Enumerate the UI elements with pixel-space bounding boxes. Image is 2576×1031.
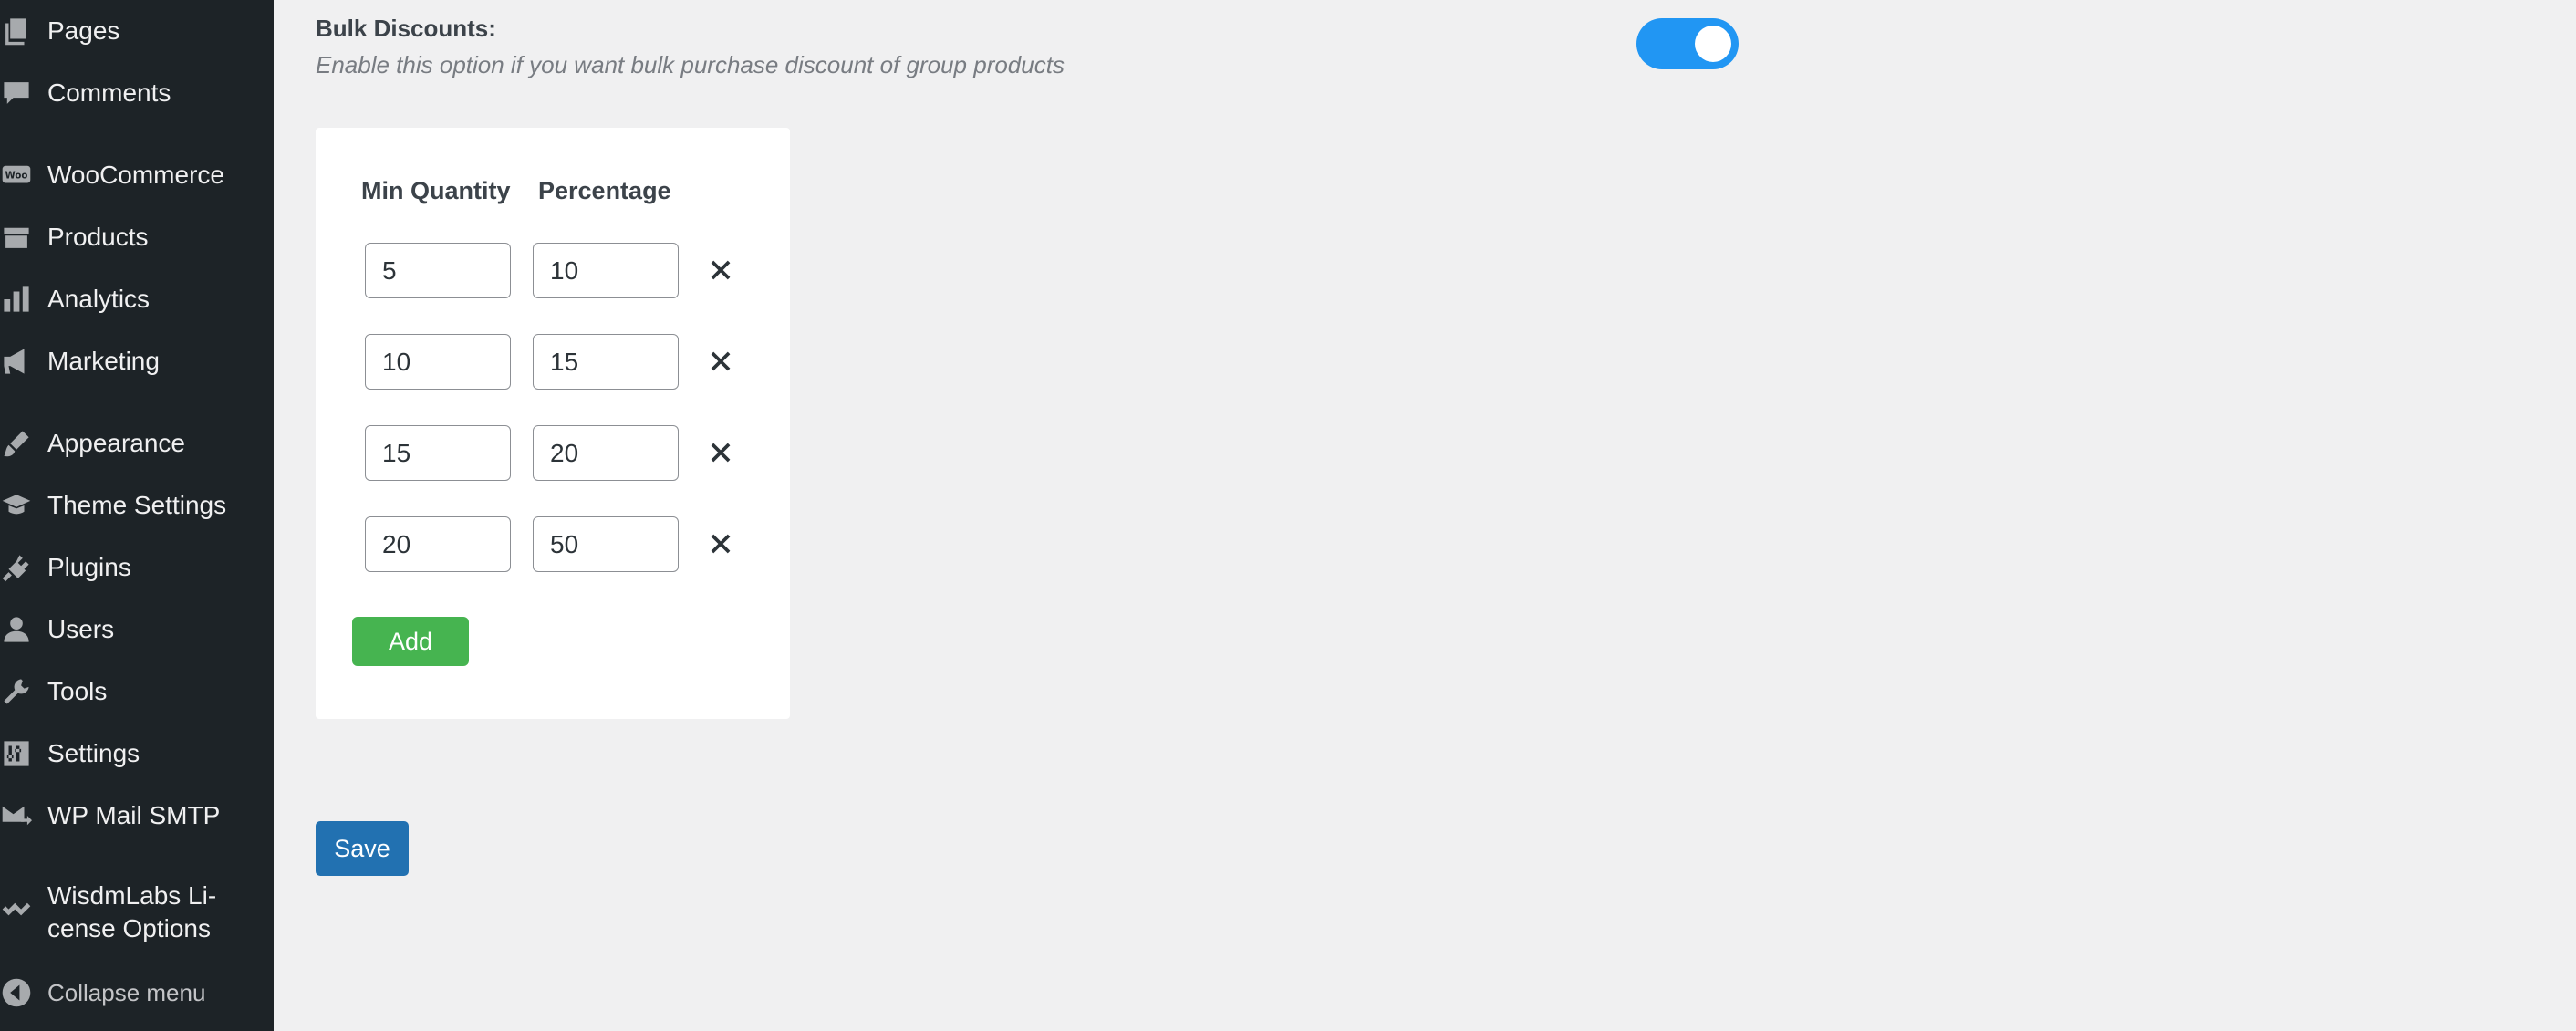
paintbrush-icon <box>0 427 33 460</box>
percentage-header: Percentage <box>538 177 671 204</box>
bulk-discounts-title: Bulk Discounts: <box>316 15 496 42</box>
sidebar-item-label: Products <box>47 223 149 251</box>
woocommerce-icon: Woo <box>0 159 33 192</box>
sidebar-item-label: Plugins <box>47 553 131 581</box>
close-icon <box>711 534 731 554</box>
min-quantity-input[interactable] <box>365 516 511 572</box>
comments-icon <box>0 77 33 109</box>
sidebar-item-label: Analytics <box>47 285 151 313</box>
admin-sidebar: Pages Comments Woo WooCommerce Products … <box>0 0 274 1031</box>
sidebar-item-products[interactable]: Products <box>0 219 274 255</box>
sidebar-item-label: Theme Settings <box>47 491 227 519</box>
collapse-arrow-icon <box>0 976 33 1009</box>
sidebar-item-wisdmlabs-license[interactable]: WisdmLabs Li-cense Options <box>0 876 274 949</box>
discount-tiers-card: Min Quantity Percentage Add <box>316 128 790 719</box>
sidebar-item-label: Marketing <box>47 347 160 375</box>
close-icon <box>711 443 731 463</box>
sidebar-item-label: Settings <box>47 739 140 767</box>
sidebar-item-analytics[interactable]: Analytics <box>0 281 274 318</box>
graduation-cap-icon <box>0 489 33 522</box>
sidebar-item-users[interactable]: Users <box>0 611 274 648</box>
mail-icon <box>0 799 33 832</box>
sidebar-item-label: Tools <box>47 677 108 705</box>
bulk-discounts-description: Enable this option if you want bulk purc… <box>316 51 1065 78</box>
sidebar-item-settings[interactable]: Settings <box>0 735 274 772</box>
save-button[interactable]: Save <box>316 821 409 876</box>
pages-icon <box>0 15 33 47</box>
user-icon <box>0 613 33 646</box>
sidebar-item-label: WisdmLabs Li-cense Options <box>47 881 217 942</box>
add-tier-button[interactable]: Add <box>352 617 469 666</box>
analytics-icon <box>0 283 33 316</box>
products-icon <box>0 221 33 254</box>
wrench-icon <box>0 675 33 708</box>
min-quantity-input[interactable] <box>365 425 511 481</box>
chevron-check-icon <box>0 896 33 929</box>
main-content: Bulk Discounts: Enable this option if yo… <box>274 0 2576 1031</box>
plug-icon <box>0 551 33 584</box>
collapse-menu-label: Collapse menu <box>47 978 206 1006</box>
sidebar-item-comments[interactable]: Comments <box>0 75 274 111</box>
sidebar-item-pages[interactable]: Pages <box>0 13 274 49</box>
sidebar-item-plugins[interactable]: Plugins <box>0 549 274 586</box>
sidebar-item-label: Appearance <box>47 429 186 457</box>
sidebar-item-label: WP Mail SMTP <box>47 801 221 829</box>
sidebar-item-label: WooCommerce <box>47 161 224 189</box>
sidebar-item-label: Pages <box>47 16 120 45</box>
sidebar-item-appearance[interactable]: Appearance <box>0 425 274 462</box>
sliders-icon <box>0 737 33 770</box>
collapse-menu-button[interactable]: Collapse menu <box>0 974 274 1011</box>
remove-tier-button[interactable] <box>706 529 735 558</box>
megaphone-icon <box>0 345 33 378</box>
svg-text:Woo: Woo <box>5 171 28 181</box>
sidebar-item-wp-mail-smtp[interactable]: WP Mail SMTP <box>0 797 274 834</box>
close-icon <box>711 351 731 371</box>
percentage-input[interactable] <box>533 516 679 572</box>
sidebar-item-marketing[interactable]: Marketing <box>0 343 274 380</box>
sidebar-item-label: Users <box>47 615 115 643</box>
close-icon <box>711 260 731 280</box>
sidebar-item-tools[interactable]: Tools <box>0 673 274 710</box>
remove-tier-button[interactable] <box>706 255 735 285</box>
min-quantity-header: Min Quantity <box>361 177 511 204</box>
bulk-discounts-toggle[interactable] <box>1636 18 1739 69</box>
percentage-input[interactable] <box>533 334 679 390</box>
percentage-input[interactable] <box>533 243 679 298</box>
min-quantity-input[interactable] <box>365 243 511 298</box>
sidebar-item-label: Comments <box>47 78 171 107</box>
toggle-knob <box>1695 26 1731 62</box>
remove-tier-button[interactable] <box>706 347 735 376</box>
remove-tier-button[interactable] <box>706 438 735 467</box>
sidebar-item-theme-settings[interactable]: Theme Settings <box>0 487 274 524</box>
percentage-input[interactable] <box>533 425 679 481</box>
min-quantity-input[interactable] <box>365 334 511 390</box>
sidebar-item-woocommerce[interactable]: Woo WooCommerce <box>0 157 274 193</box>
